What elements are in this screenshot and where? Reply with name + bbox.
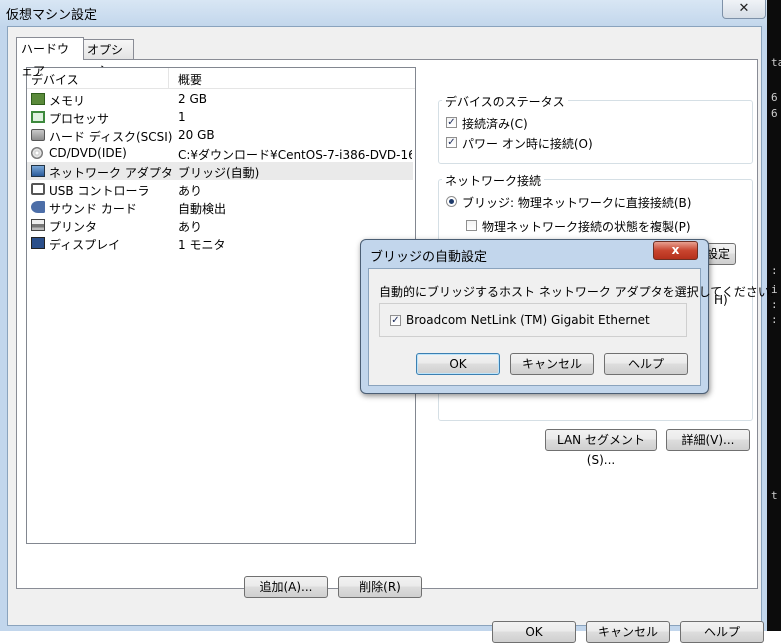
device-name: メモリ (49, 94, 86, 108)
connected-checkbox-row[interactable]: ✓ 接続済み(C) (446, 115, 646, 131)
cancel-button[interactable]: キャンセル (586, 621, 670, 643)
help-button[interactable]: ヘルプ (680, 621, 764, 643)
printer-icon (31, 219, 45, 231)
dialog-help-button[interactable]: ヘルプ (604, 353, 688, 375)
device-summary: C:¥ダウンロード¥CentOS-7-i386-DVD-1611... (178, 148, 412, 162)
column-header-summary[interactable]: 概要 (178, 71, 202, 88)
device-summary: あり (178, 220, 203, 234)
device-row-processor[interactable]: プロセッサ 1 (27, 108, 413, 126)
cd-dvd-icon (31, 147, 43, 159)
dialog-close-icon[interactable]: x (653, 241, 698, 260)
connect-at-power-on-label: パワー オン時に接続(O) (462, 137, 593, 151)
remove-device-button[interactable]: 削除(R) (338, 576, 422, 598)
host-adapter-checkbox[interactable]: ✓ (390, 315, 401, 326)
device-name: CD/DVD(IDE) (49, 146, 127, 160)
dialog-prompt: 自動的にブリッジするホスト ネットワーク アダプタを選択してください: (379, 285, 774, 299)
host-adapter-list: ✓ Broadcom NetLink (TM) Gigabit Ethernet (379, 303, 687, 337)
display-icon (31, 237, 45, 249)
terminal-line: : (771, 313, 778, 326)
terminal-line: : (771, 264, 778, 277)
lan-segment-button[interactable]: LAN セグメント(S)... (545, 429, 657, 467)
terminal-line: ta (771, 56, 781, 69)
device-name: ハード ディスク(SCSI) (49, 130, 173, 144)
background-terminal: ta 6 6 : i : : t (767, 0, 781, 631)
device-name: サウンド カード (49, 202, 137, 216)
device-summary: ブリッジ(自動) (178, 166, 260, 180)
device-status-title: デバイスのステータス (442, 93, 568, 110)
terminal-line: 6 (771, 107, 778, 120)
connected-checkbox[interactable]: ✓ (446, 117, 457, 128)
device-name: USB コントローラ (49, 184, 150, 198)
connected-label: 接続済み(C) (462, 117, 528, 131)
connect-at-power-on-row[interactable]: ✓ パワー オン時に接続(O) (446, 135, 646, 151)
device-row-memory[interactable]: メモリ 2 GB (27, 90, 413, 108)
device-list[interactable]: デバイス 概要 メモリ 2 GB プロセッサ 1 ハード ディスク(SCSI) … (26, 67, 416, 544)
device-row-display[interactable]: ディスプレイ 1 モニタ (27, 234, 413, 252)
bridged-radio-row[interactable]: ブリッジ: 物理ネットワークに直接接続(B) (446, 194, 736, 210)
device-summary: 1 (178, 110, 186, 124)
advanced-button[interactable]: 詳細(V)... (666, 429, 750, 451)
dialog-title: ブリッジの自動設定 (370, 250, 488, 265)
device-row-network-adapter[interactable]: ネットワーク アダプタ ブリッジ(自動) (27, 162, 413, 180)
sound-card-icon (31, 201, 45, 213)
dialog-cancel-button[interactable]: キャンセル (510, 353, 594, 375)
dialog-client-area: 自動的にブリッジするホスト ネットワーク アダプタを選択してください: ✓ Br… (368, 268, 774, 386)
replicate-state-label: 物理ネットワーク接続の状態を複製(P) (482, 220, 691, 234)
device-name: プリンタ (49, 220, 98, 234)
device-name: ネットワーク アダプタ (49, 166, 173, 180)
replicate-state-checkbox[interactable] (466, 220, 477, 231)
close-icon[interactable]: ✕ (722, 0, 766, 19)
column-divider[interactable] (168, 68, 169, 88)
connect-at-power-on-checkbox[interactable]: ✓ (446, 137, 457, 148)
bridged-radio[interactable] (446, 196, 457, 207)
device-summary: 20 GB (178, 128, 215, 142)
network-connection-title: ネットワーク接続 (442, 172, 545, 189)
device-list-header: デバイス 概要 (27, 68, 415, 89)
add-device-button[interactable]: 追加(A)... (244, 576, 328, 598)
device-name: ディスプレイ (49, 238, 121, 252)
tab-hardware[interactable]: ハードウェア (16, 37, 84, 78)
device-name: プロセッサ (49, 112, 110, 126)
device-row-usb-controller[interactable]: USB コントローラ あり (27, 180, 413, 198)
device-summary: あり (178, 184, 203, 198)
processor-icon (31, 111, 45, 123)
device-summary: 2 GB (178, 92, 207, 106)
title-bar[interactable]: 仮想マシン設定 ✕ (0, 0, 767, 26)
terminal-line: 6 (771, 91, 778, 104)
device-row-printer[interactable]: プリンタ あり (27, 216, 413, 234)
ok-button[interactable]: OK (492, 621, 576, 643)
bridge-auto-config-dialog[interactable]: ブリッジの自動設定 x 自動的にブリッジするホスト ネットワーク アダプタを選択… (360, 239, 774, 394)
tab-options[interactable]: オプション (82, 39, 134, 77)
device-row-hard-disk[interactable]: ハード ディスク(SCSI) 20 GB (27, 126, 413, 144)
device-row-sound-card[interactable]: サウンド カード 自動検出 (27, 198, 413, 216)
network-adapter-icon (31, 165, 45, 177)
host-adapter-label: Broadcom NetLink (TM) Gigabit Ethernet (406, 313, 650, 327)
terminal-line: t (771, 489, 778, 502)
device-summary: 自動検出 (178, 202, 227, 216)
host-adapter-item[interactable]: ✓ Broadcom NetLink (TM) Gigabit Ethernet (390, 313, 680, 329)
memory-icon (31, 93, 45, 105)
dialog-ok-button[interactable]: OK (416, 353, 500, 375)
window-title: 仮想マシン設定 (6, 8, 98, 23)
bridged-label: ブリッジ: 物理ネットワークに直接接続(B) (462, 196, 692, 210)
hard-disk-icon (31, 129, 45, 141)
device-row-cd-dvd[interactable]: CD/DVD(IDE) C:¥ダウンロード¥CentOS-7-i386-DVD-… (27, 144, 413, 162)
replicate-state-row[interactable]: 物理ネットワーク接続の状態を複製(P) (466, 218, 736, 234)
usb-icon (31, 183, 45, 195)
